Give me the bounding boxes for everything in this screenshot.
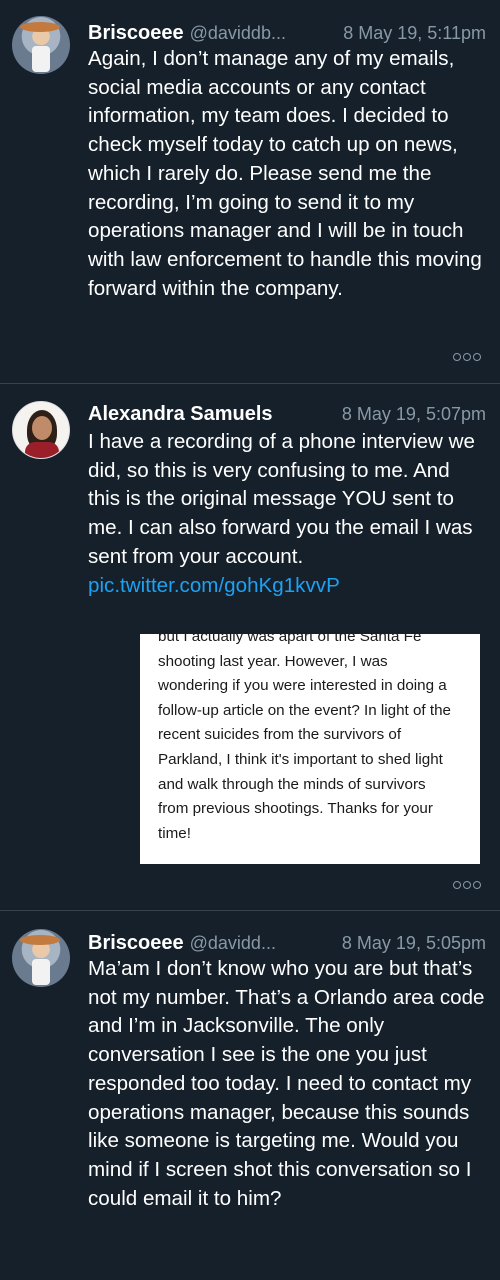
tweet[interactable]: Briscoeee @davidd... 8 May 19, 5:05pm Ma… [0,911,500,1280]
user-avatar[interactable] [12,401,70,459]
tweet-text: Again, I don’t manage any of my emails, … [88,47,482,300]
media-link[interactable]: pic.twitter.com/gohKg1kvvP [88,574,340,597]
tweet-timestamp[interactable]: 8 May 19, 5:07pm [342,404,486,425]
author-name[interactable]: Briscoeee [88,932,184,955]
tweet[interactable]: Briscoeee @daviddb... 8 May 19, 5:11pm A… [0,0,500,384]
tweet-timestamp[interactable]: 8 May 19, 5:05pm [342,933,486,954]
author-handle[interactable]: @daviddb... [190,23,286,44]
tweet-header: Briscoeee @daviddb... 8 May 19, 5:11pm [88,18,486,48]
author-name[interactable]: Briscoeee [88,22,184,45]
tweet-header: Alexandra Samuels 8 May 19, 5:07pm [88,399,486,429]
more-options-icon[interactable] [451,876,481,892]
more-options-icon[interactable] [451,348,481,364]
author-name[interactable]: Alexandra Samuels [88,403,273,426]
attached-image[interactable]: but I actually was apart of the Santa Fe… [140,634,480,864]
tweet[interactable]: Alexandra Samuels 8 May 19, 5:07pm I hav… [0,384,500,911]
user-avatar[interactable] [12,16,70,74]
author-handle[interactable]: @davidd... [190,933,276,954]
tweet-text: I have a recording of a phone interview … [88,430,475,568]
tweet-timestamp[interactable]: 8 May 19, 5:11pm [343,23,486,44]
tweet-text-container: I have a recording of a phone interview … [88,428,486,600]
image-email-text: but I actually was apart of the Santa Fe… [158,634,451,842]
tweet-header: Briscoeee @davidd... 8 May 19, 5:05pm [88,928,486,958]
tweet-text: Ma’am I don’t know who you are but that’… [88,957,485,1210]
user-avatar[interactable] [12,929,70,987]
